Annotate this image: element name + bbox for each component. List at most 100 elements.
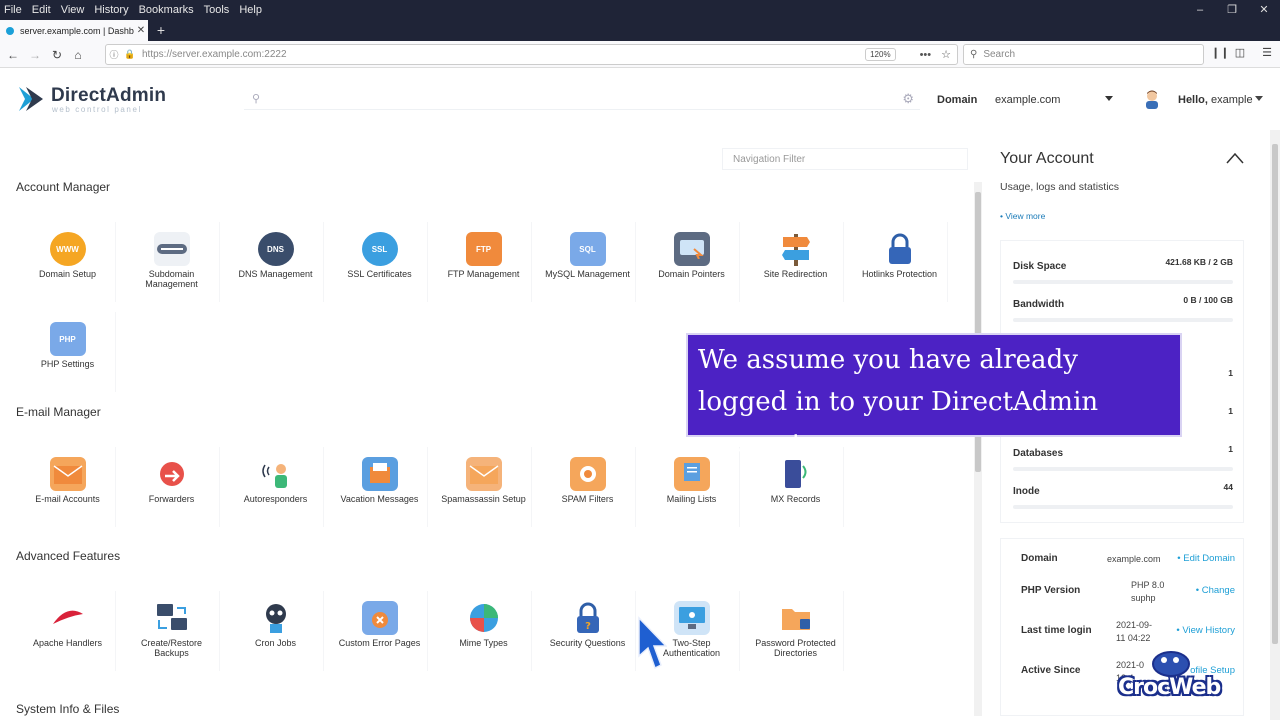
zoom-level[interactable]: 120%	[865, 48, 896, 61]
bookmark-star-icon[interactable]: ☆	[941, 48, 951, 61]
page-actions-icon[interactable]: •••	[920, 49, 932, 61]
tile-create-restore-backups[interactable]: Create/Restore Backups	[124, 591, 220, 671]
page-scrollbar[interactable]	[1270, 130, 1280, 720]
tile-mysql-management[interactable]: SQL MySQL Management	[540, 222, 636, 302]
tile-vacation-messages[interactable]: Vacation Messages	[332, 447, 428, 527]
tile-domain-setup[interactable]: WWW Domain Setup	[20, 222, 116, 302]
browser-search[interactable]: ⚲ Search	[963, 44, 1204, 65]
tile-dns-management[interactable]: DNS DNS Management	[228, 222, 324, 302]
sidebar-icon[interactable]: ◫	[1232, 46, 1248, 59]
view-history-link[interactable]: • View History	[1176, 625, 1235, 636]
close-window-icon[interactable]: ✕	[1248, 0, 1280, 20]
tab-strip: server.example.com | Dashboa ✕ +	[0, 20, 1280, 41]
view-more-link[interactable]: • View more	[1000, 211, 1045, 221]
navigation-filter-input[interactable]: Navigation Filter	[722, 148, 968, 170]
watermark-text: CrocWeb	[1118, 675, 1221, 700]
tile-label: Domain Setup	[38, 269, 97, 279]
menu-view[interactable]: View	[56, 4, 90, 16]
stat-value: 0 B / 100 GB	[1183, 295, 1233, 305]
gear-icon[interactable]: ⚙	[902, 91, 914, 107]
hello-username: example	[1211, 94, 1253, 106]
tile-label: Forwarders	[148, 494, 195, 504]
tile-label: Autoresponders	[243, 494, 308, 504]
avatar[interactable]	[1143, 89, 1161, 109]
tile-label: Subdomain Management	[145, 269, 198, 289]
stat-disk-space: Disk Space 421.68 KB / 2 GB	[1013, 256, 1233, 284]
stat-usage-bar	[1013, 505, 1233, 509]
forward-icon[interactable]: →	[26, 46, 44, 64]
stat-usage-bar	[1013, 467, 1233, 471]
info-icon[interactable]: ⓘ	[106, 48, 122, 61]
info-key: PHP Version	[1021, 585, 1081, 596]
tile-email-accounts[interactable]: E-mail Accounts	[20, 447, 116, 527]
vacation-message-icon	[361, 457, 398, 491]
tile-ssl-certificates[interactable]: SSL SSL Certificates	[332, 222, 428, 302]
main-scrollbar[interactable]	[974, 182, 982, 716]
section-title-system-info-files: System Info & Files	[16, 702, 120, 716]
tile-label: DNS Management	[238, 269, 313, 279]
user-greeting[interactable]: Hello, example	[1178, 94, 1253, 106]
tile-mime-types[interactable]: Mime Types	[436, 591, 532, 671]
menu-history[interactable]: History	[89, 4, 133, 16]
tile-password-protected-directories[interactable]: Password Protected Directories	[748, 591, 844, 671]
sql-icon-text: SQL	[579, 244, 596, 254]
url-bar[interactable]: ⓘ 🔒 https://server.example.com:2222 120%…	[105, 44, 958, 65]
restore-icon[interactable]: ❐	[1216, 0, 1248, 20]
tile-cron-jobs[interactable]: Cron Jobs	[228, 591, 324, 671]
stat-usage-bar	[1013, 280, 1233, 284]
section-title-email-manager: E-mail Manager	[16, 405, 101, 419]
lock-icon: 🔒	[124, 49, 136, 59]
new-tab-button[interactable]: +	[152, 20, 170, 41]
tile-ftp-management[interactable]: FTP FTP Management	[436, 222, 532, 302]
tile-forwarders[interactable]: Forwarders	[124, 447, 220, 527]
tile-autoresponders[interactable]: Autoresponders	[228, 447, 324, 527]
section-title-account-manager: Account Manager	[16, 180, 111, 194]
menu-file[interactable]: File	[0, 4, 27, 16]
minimize-icon[interactable]: –	[1184, 0, 1216, 20]
menu-tools[interactable]: Tools	[199, 4, 235, 16]
domain-select[interactable]: example.com	[995, 94, 1060, 106]
url-text[interactable]: https://server.example.com:2222	[138, 49, 865, 60]
tile-label: MX Records	[770, 494, 821, 504]
tile-security-questions[interactable]: ? Security Questions	[540, 591, 636, 671]
info-value: 2021-09-11 04:22	[1116, 620, 1153, 643]
stat-value: 44	[1223, 482, 1233, 492]
chevron-up-icon[interactable]	[1226, 152, 1244, 164]
brand-name[interactable]: DirectAdmin	[51, 85, 166, 107]
tile-site-redirection[interactable]: Site Redirection	[748, 222, 844, 302]
chevron-down-icon[interactable]	[1105, 96, 1113, 101]
menu-edit[interactable]: Edit	[27, 4, 56, 16]
hamburger-menu-icon[interactable]: ☰	[1259, 46, 1275, 59]
tile-hotlinks-protection[interactable]: Hotlinks Protection	[852, 222, 948, 302]
browser-tab[interactable]: server.example.com | Dashboa ✕	[0, 20, 148, 41]
edit-domain-link[interactable]: • Edit Domain	[1177, 553, 1235, 564]
directadmin-logo-icon[interactable]	[16, 84, 46, 114]
info-key: Last time login	[1021, 625, 1092, 636]
page-scrollbar-thumb[interactable]	[1272, 144, 1278, 644]
change-php-link[interactable]: • Change	[1196, 585, 1235, 596]
tile-php-settings[interactable]: PHP PHP Settings	[20, 312, 116, 392]
tile-spamassassin-setup[interactable]: Spamassassin Setup	[436, 447, 532, 527]
chevron-down-icon[interactable]	[1255, 96, 1263, 101]
forward-arrow-icon	[154, 457, 190, 491]
info-value: example.com	[1107, 554, 1161, 564]
tile-custom-error-pages[interactable]: Custom Error Pages	[332, 591, 428, 671]
sql-database-icon: SQL	[569, 232, 606, 266]
close-tab-icon[interactable]: ✕	[134, 25, 148, 36]
ftp-icon-text: FTP	[475, 244, 492, 254]
domain-pointer-icon	[673, 232, 710, 266]
tile-subdomain-management[interactable]: Subdomain Management	[124, 222, 220, 302]
home-icon[interactable]: ⌂	[69, 46, 87, 64]
tile-apache-handlers[interactable]: Apache Handlers	[20, 591, 116, 671]
tile-domain-pointers[interactable]: Domain Pointers	[644, 222, 740, 302]
menu-help[interactable]: Help	[234, 4, 267, 16]
tile-label: E-mail Accounts	[35, 494, 100, 504]
menu-bookmarks[interactable]: Bookmarks	[134, 4, 199, 16]
tile-label: Custom Error Pages	[338, 638, 421, 648]
backup-monitors-icon	[154, 601, 190, 635]
back-icon[interactable]: ←	[4, 46, 22, 64]
library-icon[interactable]: ❙❙	[1211, 46, 1229, 59]
reload-icon[interactable]: ↻	[48, 46, 66, 64]
tile-spam-filters[interactable]: SPAM Filters	[540, 447, 636, 527]
global-search-input[interactable]: ⚲ ⚙	[244, 90, 920, 110]
